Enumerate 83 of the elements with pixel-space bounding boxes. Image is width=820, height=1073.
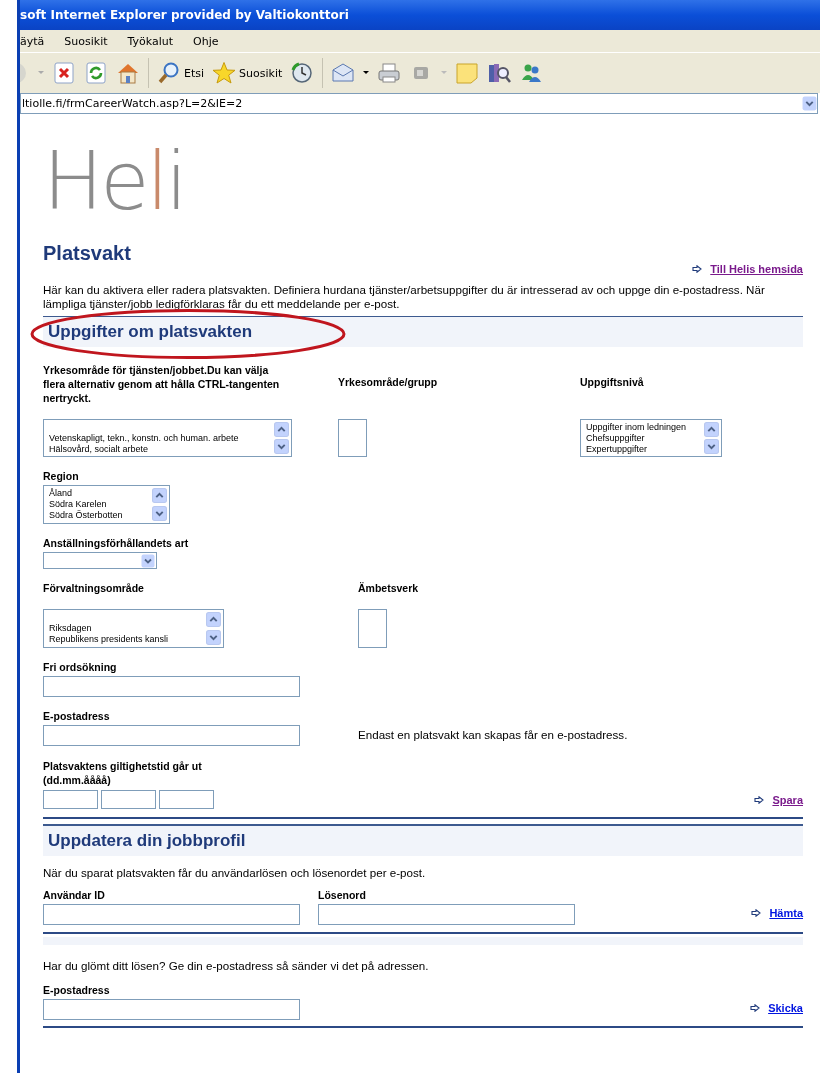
field-label: E-postadress — [43, 710, 110, 722]
list-option[interactable]: Södra Österbotten — [49, 510, 123, 521]
printer-icon[interactable] — [377, 61, 402, 85]
email-field[interactable] — [43, 999, 300, 1020]
list-box[interactable]: Uppgifter inom ledningen Chefsuppgifter Expertuppgifter — [580, 419, 722, 457]
refresh-icon[interactable] — [84, 61, 108, 85]
address-text: ltiolle.fi/frmCareerWatch.asp?L=2&IE=2 — [21, 97, 243, 110]
user-id-field[interactable] — [43, 904, 300, 925]
address-field[interactable]: ltiolle.fi/frmCareerWatch.asp?L=2&IE=2 — [20, 93, 818, 114]
input-field[interactable] — [43, 676, 300, 697]
text-link[interactable]: Skicka — [768, 1002, 803, 1014]
stop-icon[interactable] — [52, 61, 76, 85]
list-option[interactable]: Vetenskapligt, tekn., konstn. och human. arbete — [49, 433, 239, 444]
dropdown[interactable] — [43, 552, 157, 569]
scroll-up-button[interactable] — [206, 612, 221, 627]
info-text: Har du glömt ditt lösen? Ge din e-postadress så sänder vi det på adressen. — [43, 959, 430, 972]
list-option[interactable]: Republikens presidents kansli — [49, 634, 169, 645]
star-icon — [212, 61, 237, 85]
field-label: Uppgiftsnivå — [580, 376, 644, 388]
field-label: Yrkesområde/grupp — [338, 376, 438, 388]
text-link[interactable]: Till Helis hemsida — [710, 263, 803, 275]
list-box[interactable]: Åland Södra Karelen Södra Österbotten — [43, 485, 170, 524]
scroll-down-button[interactable] — [704, 439, 719, 454]
arrow-icon — [751, 909, 762, 917]
field-label: Användar ID — [43, 889, 105, 901]
list-box[interactable] — [358, 609, 387, 648]
scroll-down-button[interactable] — [152, 506, 167, 521]
list-option[interactable]: Expertuppgifter — [586, 444, 687, 455]
section-title: Uppdatera din jobbprofil — [48, 831, 246, 851]
logo: Heli — [43, 144, 185, 220]
text-link[interactable]: Spara — [772, 793, 803, 806]
field-label: Fri ordsökning — [43, 661, 117, 673]
list-box[interactable]: Vetenskapligt, tekn., konstn. och human. arbete Hälsovård, socialt arbete — [43, 419, 292, 457]
search-button[interactable]: Etsi — [157, 61, 205, 85]
mail-icon[interactable] — [331, 61, 356, 85]
field-label: Lösenord — [318, 889, 366, 901]
field-label: Yrkesområde för tjänsten/jobbet.Du kan välja flera alternativ genom att hålla CTRL-tangenten nertryckt. — [43, 363, 281, 405]
scroll-down-button[interactable] — [206, 630, 221, 645]
list-box[interactable] — [338, 419, 367, 457]
scroll-down-button[interactable] — [274, 439, 289, 454]
field-label: Platsvaktens giltighetstid går ut (dd.mm.åååå) — [43, 759, 203, 787]
info-text: När du sparat platsvakten får du användarlösen och lösenordet per e-post. — [43, 866, 427, 879]
arrow-icon — [754, 795, 765, 804]
list-option[interactable]: Riksdagen — [49, 623, 169, 634]
dropdown-button[interactable] — [141, 553, 155, 568]
note-text: Endast en platsvakt kan skapas får en e-postadress. — [358, 727, 628, 741]
arrow-icon — [750, 1004, 761, 1012]
menu-item[interactable]: äytä — [20, 34, 45, 48]
password-field[interactable] — [318, 904, 575, 925]
window-title: soft Internet Explorer provided by Valtiokonttori — [20, 8, 349, 22]
page-title: Platsvakt — [43, 241, 132, 265]
year-field[interactable] — [159, 790, 214, 809]
month-field[interactable] — [101, 790, 156, 809]
field-label: Region — [43, 470, 79, 482]
field-label: Förvaltningsområde — [43, 582, 144, 594]
menu-item[interactable]: Työkalut — [127, 34, 174, 48]
scroll-up-button[interactable] — [152, 488, 167, 503]
home-icon[interactable] — [116, 61, 140, 85]
intro-text: Här kan du aktivera eller radera platsvakten. Definiera hurdana tjänster/arbetsuppgifter du är intresserad av och uppge din e-postadress. När lämpliga tjänster/jobb ledigförklaras får du ett meddelande per e-post. — [43, 283, 766, 311]
list-box[interactable]: Riksdagen Republikens presidents kansli — [43, 609, 224, 648]
text-link[interactable]: Hämta — [769, 907, 803, 919]
history-icon[interactable] — [290, 61, 315, 85]
favorites-button[interactable]: Suosikit — [212, 61, 283, 85]
field-label: E-postadress — [43, 984, 110, 996]
search-icon — [157, 61, 181, 85]
list-option[interactable]: Hälsovård, socialt arbete — [49, 444, 239, 455]
field-label: Ämbetsverk — [358, 582, 419, 594]
field-label: Anställningsförhållandets art — [43, 537, 189, 549]
scroll-up-button[interactable] — [274, 422, 289, 437]
day-field[interactable] — [43, 790, 98, 809]
list-option[interactable]: Södra Karelen — [49, 499, 123, 510]
dropdown-arrow-icon[interactable] — [363, 71, 370, 75]
menu-item[interactable]: Suosikit — [64, 34, 108, 48]
dropdown-button[interactable] — [802, 96, 817, 111]
books-icon[interactable] — [487, 61, 512, 85]
input-field[interactable] — [43, 725, 300, 746]
scroll-up-button[interactable] — [704, 422, 719, 437]
menu-item[interactable]: Ohje — [193, 34, 219, 48]
list-option[interactable]: Uppgifter inom ledningen — [586, 422, 687, 433]
arrow-icon — [692, 265, 703, 273]
list-option[interactable]: Chefsuppgifter — [586, 433, 687, 444]
list-option[interactable]: Åland — [49, 488, 123, 499]
section-title: Uppgifter om platsvakten — [48, 322, 253, 342]
